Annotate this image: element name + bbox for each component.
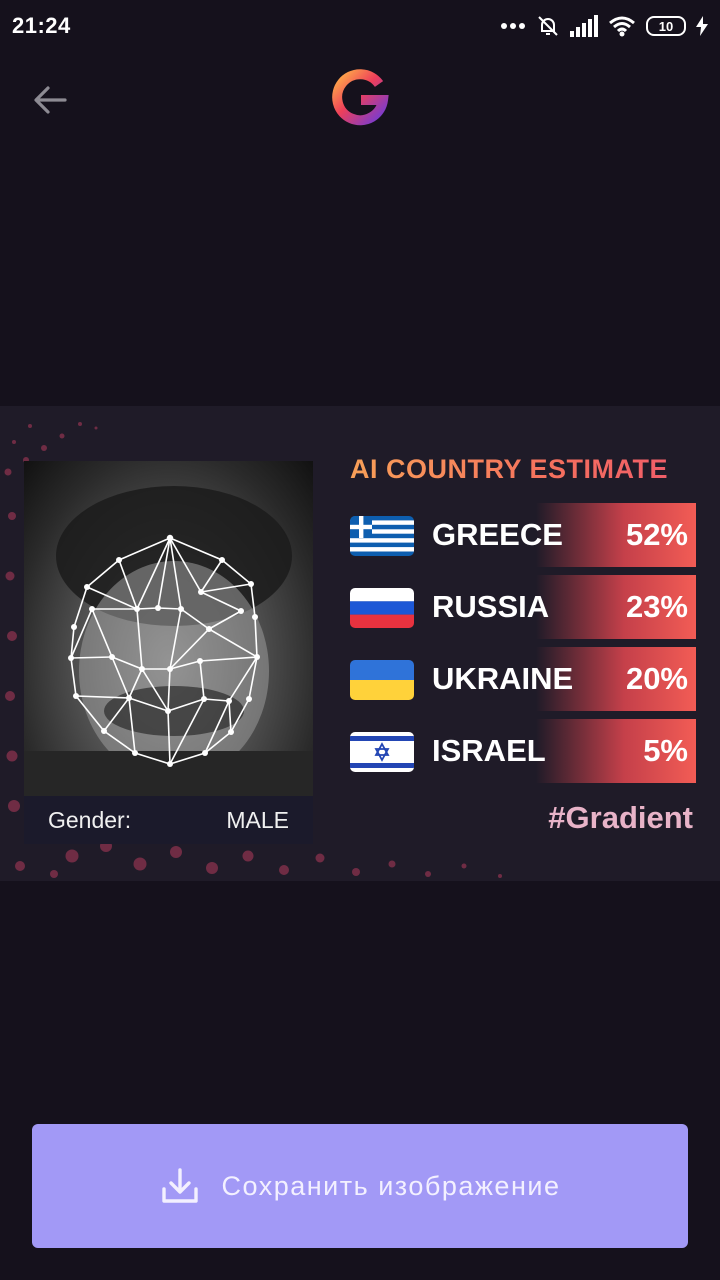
battery-icon: 10 bbox=[646, 16, 686, 36]
gradient-logo-icon bbox=[332, 69, 389, 126]
status-time: 21:24 bbox=[12, 13, 71, 38]
country-percent: 5% bbox=[643, 733, 688, 768]
gender-label: Gender: bbox=[48, 806, 132, 833]
back-arrow-icon bbox=[34, 86, 67, 114]
battery-level: 10 bbox=[658, 18, 674, 34]
estimate-title: AI COUNTRY ESTIMATE bbox=[350, 454, 695, 485]
country-name: RUSSIA bbox=[432, 589, 550, 624]
country-row-ukraine: UKRAINE 20% bbox=[350, 647, 696, 711]
wifi-icon bbox=[609, 16, 635, 37]
result-card: Gender: MALE AI COUNTRY ESTIMATE GREECE … bbox=[0, 406, 720, 881]
country-name: UKRAINE bbox=[432, 661, 574, 696]
save-button-label: Сохранить изображение bbox=[221, 1170, 561, 1201]
country-row-israel: ISRAEL 5% bbox=[350, 719, 696, 783]
bell-muted-icon bbox=[538, 16, 558, 36]
country-name: GREECE bbox=[432, 517, 563, 552]
face-photo bbox=[24, 461, 313, 796]
more-dots-icon bbox=[501, 23, 525, 29]
ukraine-flag-icon bbox=[350, 660, 414, 700]
country-name: ISRAEL bbox=[432, 733, 546, 768]
hashtag-label: #Gradient bbox=[548, 800, 693, 835]
country-row-russia: RUSSIA 23% bbox=[350, 575, 696, 639]
gender-value: MALE bbox=[226, 806, 289, 833]
back-button[interactable] bbox=[22, 74, 78, 126]
country-row-greece: GREECE 52% bbox=[350, 503, 696, 567]
status-bar: 21:24 10 bbox=[0, 0, 720, 52]
country-percent: 52% bbox=[625, 517, 688, 552]
download-icon bbox=[161, 1168, 198, 1203]
israel-flag-icon bbox=[350, 732, 414, 772]
header bbox=[0, 60, 720, 140]
greece-flag-icon bbox=[350, 516, 414, 556]
charging-icon bbox=[696, 16, 708, 36]
country-percent: 23% bbox=[625, 589, 688, 624]
russia-flag-icon bbox=[350, 588, 414, 628]
signal-icon bbox=[570, 15, 598, 37]
status-icons: 10 bbox=[500, 14, 708, 38]
gender-bar: Gender: MALE bbox=[24, 796, 313, 844]
face-mesh bbox=[24, 486, 313, 796]
country-percent: 20% bbox=[625, 661, 688, 696]
save-image-button[interactable]: Сохранить изображение bbox=[32, 1124, 688, 1248]
